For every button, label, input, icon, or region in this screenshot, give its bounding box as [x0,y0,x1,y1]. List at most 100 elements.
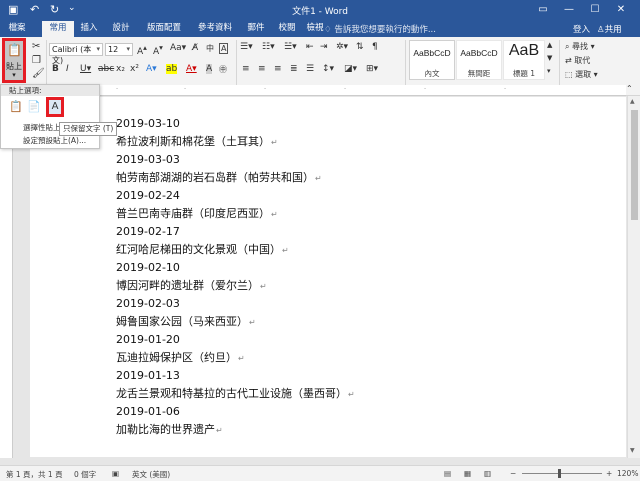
font-color-icon[interactable]: A▾ [186,64,197,74]
sort-icon[interactable]: ⇅ [356,42,364,52]
justify-icon[interactable]: ≣ [290,64,298,74]
shrink-font-icon[interactable]: A▾ [153,43,163,57]
word-count[interactable]: 0 個字 [74,469,96,480]
align-right-icon[interactable]: ≡ [274,64,282,74]
document-line[interactable]: 博因河畔的遗址群（爱尔兰）↵ [116,277,267,295]
proofing-icon[interactable]: ▣ [112,469,119,478]
page-count[interactable]: 第 1 頁，共 1 頁 [6,469,63,480]
keep-source-formatting-icon[interactable]: 📋 [9,99,23,115]
bullets-icon[interactable]: ☰▾ [240,42,253,52]
show-hide-marks-icon[interactable]: ¶ [372,42,378,52]
language-indicator[interactable]: 英文 (美國) [132,469,170,480]
tab-mailings[interactable]: 郵件 [242,21,270,37]
document-line[interactable]: 2019-02-24 [116,187,180,205]
styles-more-icon[interactable]: ▾ [547,67,551,75]
read-mode-icon[interactable]: ▤ [444,469,451,478]
ribbon-options-icon[interactable]: ▭ [532,2,554,18]
font-size-combo[interactable]: 12 ▾ [105,43,133,56]
tab-references[interactable]: 參考資料 [192,21,238,37]
cut-icon[interactable]: ✂ [32,41,40,52]
document-line[interactable]: 2019-01-06 [116,403,180,421]
underline-icon[interactable]: U▾ [80,64,91,74]
character-shading-icon[interactable]: A [206,64,213,74]
merge-formatting-icon[interactable]: 📄 [27,99,41,115]
zoom-out-icon[interactable]: − [510,469,516,478]
styles-scroll-up-icon[interactable]: ▲ [547,41,552,49]
document-line[interactable]: 2019-01-20 [116,331,180,349]
style-heading-1[interactable]: AaB 標題 1 [503,40,545,80]
font-name-combo[interactable]: Calibri (本文) ▾ [49,43,103,65]
multilevel-list-icon[interactable]: ☱▾ [284,42,297,52]
tell-me-box[interactable]: ♢ 告訴我您想要執行的動作... [324,23,436,35]
zoom-level[interactable]: 120% [617,469,638,478]
borders-icon[interactable]: ⊞▾ [366,64,378,74]
document-line[interactable]: 红河哈尼梯田的文化景观（中国）↵ [116,241,289,259]
italic-icon[interactable]: I [66,64,69,74]
align-center-icon[interactable]: ≡ [258,64,266,74]
maximize-icon[interactable]: ☐ [584,2,606,18]
strikethrough-icon[interactable]: abc [98,64,114,74]
close-icon[interactable]: ✕ [610,2,632,18]
document-line[interactable]: 2019-03-03 [116,151,180,169]
bold-icon[interactable]: B [52,64,59,74]
document-line[interactable]: 姆鲁国家公园（马来西亚）↵ [116,313,256,331]
print-layout-icon[interactable]: ▦ [464,469,471,478]
horizontal-ruler[interactable]: · · · · · · [24,85,626,96]
chinese-layout-icon[interactable]: ✲▾ [336,42,348,52]
tab-design[interactable]: 設計 [106,21,136,37]
share-button[interactable]: ♙共用 [597,23,622,35]
tab-insert[interactable]: 插入 [76,21,102,37]
zoom-slider[interactable] [522,473,602,474]
select-button[interactable]: ⬚ 選取 ▾ [565,69,598,80]
enclose-characters-icon[interactable]: ㊥ [219,64,227,75]
document-line[interactable]: 2019-02-17 [116,223,180,241]
highlight-icon[interactable]: ab [166,64,178,74]
zoom-slider-thumb[interactable] [558,469,561,478]
replace-button[interactable]: ⇄ 取代 [565,55,590,66]
tab-review[interactable]: 校閱 [274,21,300,37]
document-line[interactable]: 2019-02-03 [116,295,180,313]
tab-home[interactable]: 常用 [42,21,74,37]
tab-layout[interactable]: 版面配置 [140,21,188,37]
find-button[interactable]: ⌕ 尋找 ▾ [565,41,595,52]
scroll-thumb[interactable] [631,110,638,220]
document-line[interactable]: 瓦迪拉姆保护区（约旦）↵ [116,349,245,367]
numbering-icon[interactable]: ☷▾ [262,42,275,52]
document-line[interactable]: 2019-01-13 [116,367,180,385]
document-line[interactable]: 加勒比海的世界遗产↵ [116,421,223,439]
set-default-paste-item[interactable]: 設定預設貼上(A)... [23,135,86,146]
document-line[interactable]: 希拉波利斯和棉花堡（土耳其）↵ [116,133,278,151]
paste-button[interactable]: 📋 貼上 ▾ [2,38,26,83]
clear-formatting-icon[interactable]: A̸ [192,43,198,53]
tab-file[interactable]: 檔案 [4,21,30,37]
vertical-scrollbar[interactable]: ▲ ▼ [627,96,640,458]
collapse-ribbon-icon[interactable]: ⌃ [626,84,633,93]
line-spacing-icon[interactable]: ↕▾ [322,64,334,74]
shading-icon[interactable]: ◪▾ [344,64,357,74]
sign-in-link[interactable]: 登入 [573,23,590,35]
document-line[interactable]: 帕劳南部湖湖的岩石岛群（帕劳共和国）↵ [116,169,322,187]
style-normal[interactable]: AaBbCcD 內文 [409,40,455,80]
increase-indent-icon[interactable]: ⇥ [320,42,328,52]
web-layout-icon[interactable]: ▥ [484,469,491,478]
document-line[interactable]: 龙舌兰景观和特基拉的古代工业设施（墨西哥）↵ [116,385,355,403]
align-left-icon[interactable]: ≡ [242,64,250,74]
decrease-indent-icon[interactable]: ⇤ [306,42,314,52]
minimize-icon[interactable]: — [558,2,580,18]
text-effects-icon[interactable]: A▾ [146,64,157,74]
scroll-up-icon[interactable]: ▲ [630,98,635,105]
grow-font-icon[interactable]: A▴ [137,43,147,57]
vertical-ruler[interactable] [0,96,13,458]
keep-text-only-button[interactable]: A [46,97,64,117]
distributed-icon[interactable]: ☰ [306,64,314,74]
character-border-icon[interactable]: A [219,43,229,54]
superscript-icon[interactable]: x² [130,64,139,74]
document-line[interactable]: 普兰巴南寺庙群（印度尼西亚）↵ [116,205,278,223]
copy-icon[interactable]: ❐ [32,55,41,66]
subscript-icon[interactable]: x₂ [116,64,125,74]
style-no-spacing[interactable]: AaBbCcD 無間距 [456,40,502,80]
change-case-icon[interactable]: Aa▾ [170,43,186,53]
format-painter-icon[interactable]: 🖌 [32,68,45,79]
document-line[interactable]: 2019-03-10 [116,115,180,133]
document-line[interactable]: 2019-02-10 [116,259,180,277]
